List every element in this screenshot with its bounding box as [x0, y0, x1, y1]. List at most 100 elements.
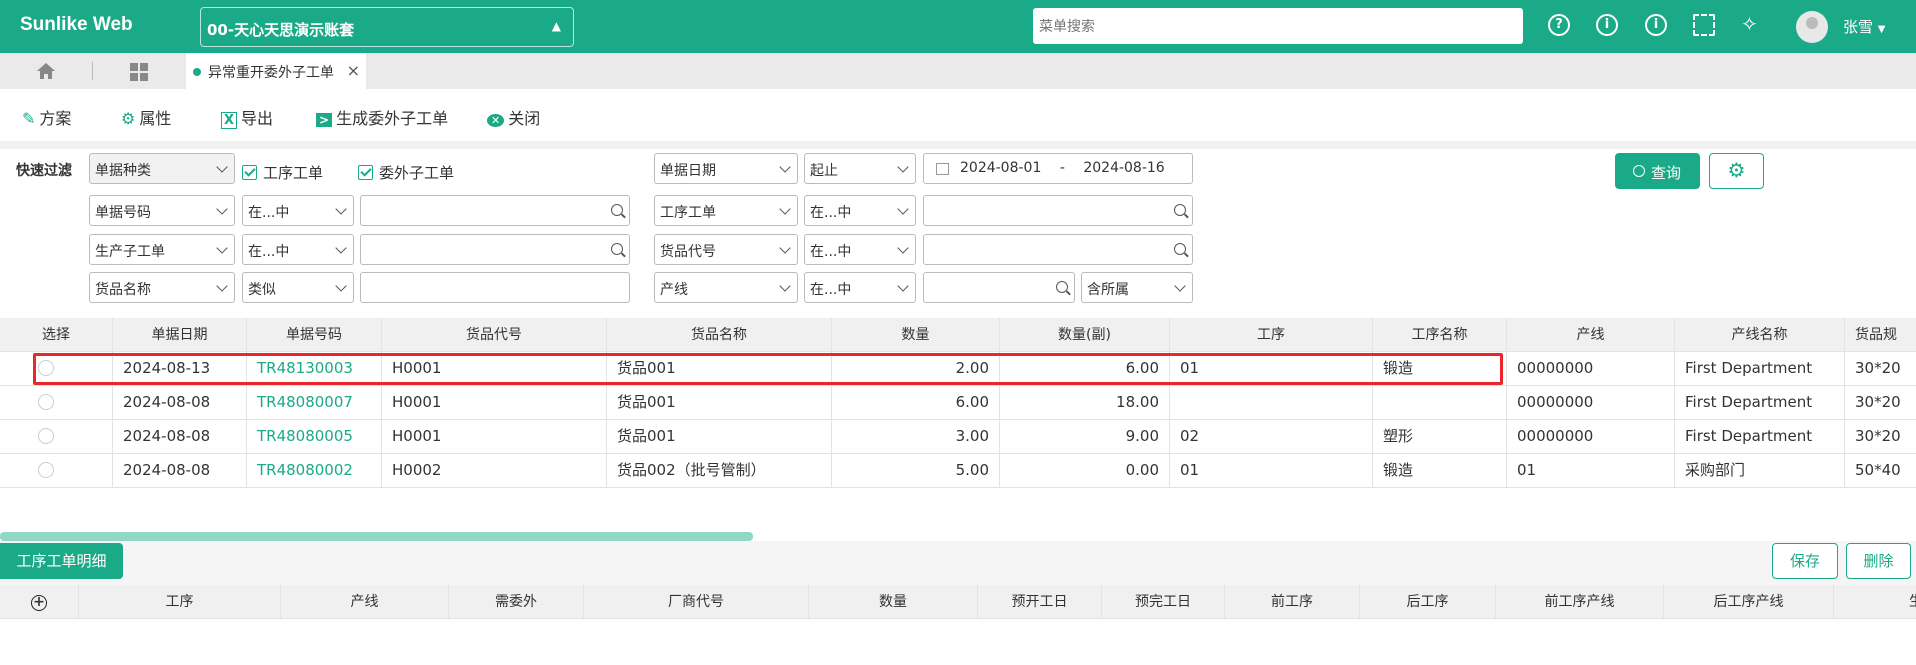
fullscreen-icon[interactable]	[1693, 14, 1715, 36]
process-order-input[interactable]	[923, 195, 1193, 226]
col-header[interactable]: 前工序产线	[1496, 585, 1664, 618]
col-header[interactable]: 后工序产线	[1664, 585, 1834, 618]
search-icon[interactable]	[611, 204, 623, 216]
doc-date-field-select[interactable]: 单据日期	[654, 153, 798, 184]
production-line-op-select[interactable]: 在...中	[804, 272, 916, 303]
col-header[interactable]: 需委外	[449, 585, 584, 618]
sub-order-op-select[interactable]: 在...中	[242, 234, 354, 265]
col-header[interactable]: 数量	[832, 318, 1000, 351]
op-label: 在...中	[810, 282, 852, 298]
col-header[interactable]: 厂商代号	[584, 585, 809, 618]
col-header[interactable]: 货品代号	[382, 318, 607, 351]
col-header[interactable]: 货品规	[1845, 318, 1916, 351]
col-header[interactable]: 数量	[809, 585, 978, 618]
date-range-input[interactable]: 2024-08-01 - 2024-08-16	[923, 153, 1193, 184]
row-select[interactable]	[0, 454, 113, 487]
col-header[interactable]: 生	[1834, 585, 1916, 618]
process-order-label: 工序工单	[263, 164, 324, 182]
col-header[interactable]: 选择	[0, 318, 113, 351]
col-header[interactable]: 后工序	[1360, 585, 1496, 618]
delete-button[interactable]: 删除	[1846, 543, 1911, 579]
search-icon[interactable]	[1056, 281, 1068, 293]
generate-suborder-button[interactable]: > 生成委外子工单	[316, 105, 448, 129]
radio-icon[interactable]	[38, 394, 54, 410]
radio-icon[interactable]	[38, 428, 54, 444]
scheme-button[interactable]: ✎ 方案	[22, 105, 71, 129]
production-line-input[interactable]	[923, 272, 1075, 303]
sub-order-input[interactable]	[360, 234, 630, 265]
col-header[interactable]: 预开工日	[978, 585, 1102, 618]
tab-divider	[92, 62, 93, 80]
table-row[interactable]: 2024-08-08 TR48080005 H0001 货品001 3.00 9…	[0, 420, 1916, 454]
search-icon[interactable]	[611, 243, 623, 255]
item-name-field-select[interactable]: 货品名称	[89, 272, 235, 303]
row-select[interactable]	[0, 420, 113, 453]
col-header[interactable]: 数量(副)	[1000, 318, 1170, 351]
home-icon[interactable]	[36, 62, 56, 80]
info-icon[interactable]: i	[1596, 14, 1618, 36]
doc-number-link[interactable]: TR48080007	[247, 386, 382, 419]
outsource-order-checkbox[interactable]: 委外子工单	[358, 162, 454, 183]
row-select[interactable]	[0, 386, 113, 419]
cell-date: 2024-08-08	[113, 420, 247, 453]
col-header[interactable]: 单据号码	[247, 318, 382, 351]
col-header[interactable]: 预完工日	[1102, 585, 1225, 618]
sub-order-field-select[interactable]: 生产子工单	[89, 234, 235, 265]
col-header[interactable]: 工序	[79, 585, 281, 618]
col-header[interactable]: 货品名称	[607, 318, 832, 351]
search-icon[interactable]	[1174, 204, 1186, 216]
export-button[interactable]: X 导出	[221, 105, 273, 129]
range-mode-select[interactable]: 起止	[804, 153, 916, 184]
col-header[interactable]: 前工序	[1225, 585, 1360, 618]
user-menu[interactable]: 张雪 ▼	[1843, 16, 1886, 37]
col-header[interactable]: 产线名称	[1675, 318, 1845, 351]
col-header[interactable]: 产线	[1507, 318, 1675, 351]
doc-number-link[interactable]: TR48080005	[247, 420, 382, 453]
account-selector[interactable]: 00-天心天思演示账套 ▲	[200, 7, 574, 47]
query-button[interactable]: 查询	[1615, 153, 1700, 189]
clean-broom-icon[interactable]: ✧	[1741, 12, 1758, 36]
table-row[interactable]: 2024-08-08 TR48080002 H0002 货品002（批号管制） …	[0, 454, 1916, 488]
cell-qty2: 9.00	[1000, 420, 1170, 453]
avatar[interactable]	[1796, 11, 1828, 43]
item-code-input[interactable]	[923, 234, 1193, 265]
item-code-field-select[interactable]: 货品代号	[654, 234, 798, 265]
about-icon[interactable]: i	[1645, 14, 1667, 36]
doc-kind-select[interactable]: 单据种类	[89, 153, 235, 184]
tab-abnormal-reopen[interactable]: 异常重开委外子工单 ×	[186, 53, 366, 89]
close-tab-icon[interactable]: ×	[347, 61, 360, 80]
close-button[interactable]: ✕ 关闭	[487, 105, 540, 129]
help-icon[interactable]: ?	[1548, 14, 1570, 36]
apps-grid-icon[interactable]	[129, 62, 149, 82]
search-icon[interactable]	[1174, 243, 1186, 255]
col-header[interactable]: 工序	[1170, 318, 1373, 351]
add-row-button[interactable]: +	[0, 585, 79, 618]
menu-search-input[interactable]	[1033, 8, 1523, 44]
item-code-op-select[interactable]: 在...中	[804, 234, 916, 265]
include-subordinate-select[interactable]: 含所属	[1081, 272, 1193, 303]
process-order-op-select[interactable]: 在...中	[804, 195, 916, 226]
filter-settings-button[interactable]: ⚙	[1709, 153, 1764, 189]
doc-number-field-select[interactable]: 单据号码	[89, 195, 235, 226]
col-header[interactable]: 产线	[281, 585, 449, 618]
production-line-field-select[interactable]: 产线	[654, 272, 798, 303]
caret-down-icon: ▼	[1877, 24, 1886, 35]
doc-date-label: 单据日期	[660, 163, 716, 179]
tab-process-detail[interactable]: 工序工单明细	[0, 543, 123, 579]
process-order-checkbox[interactable]: 工序工单	[242, 162, 323, 183]
horizontal-scrollbar[interactable]	[0, 532, 753, 541]
properties-button[interactable]: ⚙ 属性	[121, 105, 171, 129]
process-order-field-select[interactable]: 工序工单	[654, 195, 798, 226]
item-name-op-select[interactable]: 类似	[242, 272, 354, 303]
save-button[interactable]: 保存	[1772, 543, 1838, 579]
radio-icon[interactable]	[38, 462, 54, 478]
table-row[interactable]: 2024-08-08 TR48080007 H0001 货品001 6.00 1…	[0, 386, 1916, 420]
doc-number-input[interactable]	[360, 195, 630, 226]
item-name-input[interactable]	[360, 272, 630, 303]
col-header[interactable]: 单据日期	[113, 318, 247, 351]
doc-number-op-select[interactable]: 在...中	[242, 195, 354, 226]
cell-qty2: 0.00	[1000, 454, 1170, 487]
col-header[interactable]: 工序名称	[1373, 318, 1507, 351]
doc-number-link[interactable]: TR48080002	[247, 454, 382, 487]
add-circle-icon[interactable]: +	[31, 595, 47, 611]
